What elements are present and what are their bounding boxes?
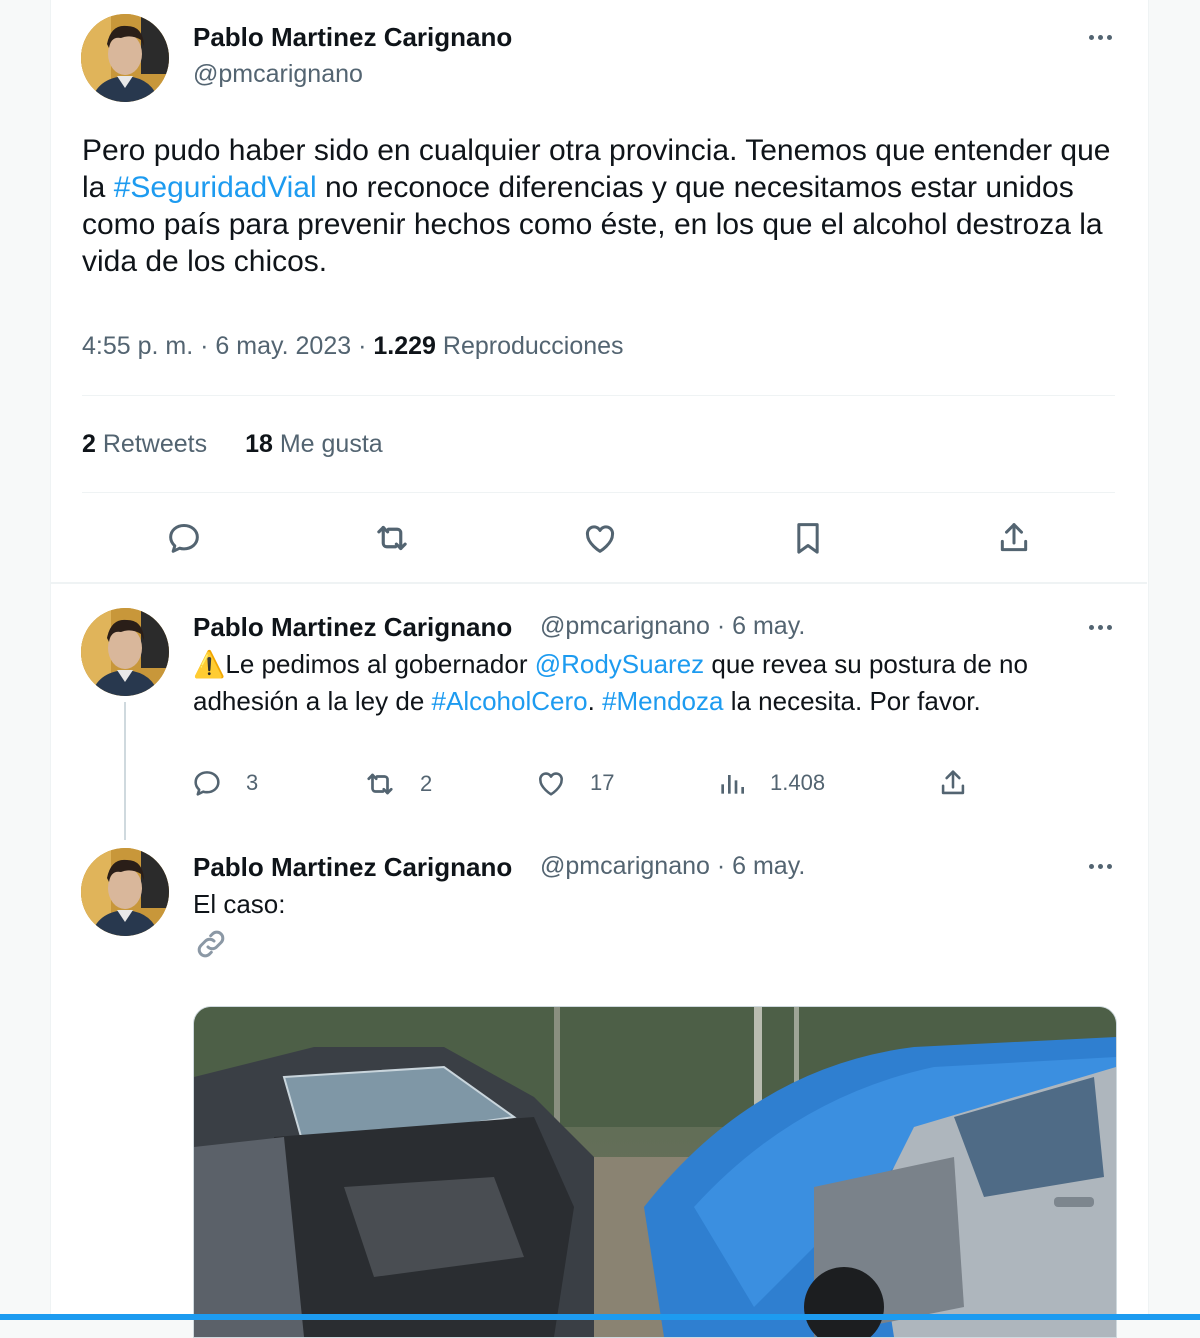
- hashtag-link[interactable]: #AlcoholCero: [432, 686, 588, 716]
- share-icon[interactable]: [992, 516, 1036, 560]
- likes-count: 18: [245, 430, 273, 458]
- like-count: 17: [590, 770, 615, 795]
- tweet-photo[interactable]: [193, 1006, 1117, 1338]
- tweet-time[interactable]: 4:55 p. m.: [82, 332, 193, 360]
- meta-separator: ·: [358, 332, 367, 360]
- reply-icon[interactable]: [162, 516, 206, 560]
- crash-photo: [194, 1007, 1116, 1337]
- author-name[interactable]: Pablo Martinez Carignano: [193, 852, 512, 883]
- views-count: 1.408: [770, 770, 826, 795]
- views-label: Reproducciones: [442, 332, 624, 360]
- reply-text: El caso:: [193, 889, 286, 919]
- retweets-stat[interactable]: 2 Retweets: [82, 430, 207, 458]
- author-name[interactable]: Pablo Martinez Carignano: [193, 612, 512, 643]
- author-handle[interactable]: @pmcarignano: [193, 60, 363, 89]
- tweet-date[interactable]: 6 may. 2023: [215, 332, 351, 360]
- reply-meta[interactable]: @pmcarignano · 6 may.: [540, 612, 805, 641]
- bookmark-icon[interactable]: [786, 516, 830, 560]
- tweet-separator: [50, 582, 1147, 584]
- heart-icon[interactable]: [578, 516, 622, 560]
- hashtag-link[interactable]: #SeguridadVial: [114, 171, 317, 204]
- retweet-action[interactable]: 2: [362, 766, 432, 802]
- reply-action[interactable]: 3: [190, 766, 258, 800]
- tweet-text: Pero pudo haber sido en cualquier otra p…: [82, 132, 1132, 280]
- bottom-accent-bar: [0, 1314, 1200, 1320]
- more-icon[interactable]: [1080, 856, 1120, 876]
- mention-link[interactable]: @RodySuarez: [535, 649, 704, 679]
- avatar[interactable]: [81, 848, 169, 936]
- retweet-icon: [367, 773, 393, 795]
- divider: [82, 492, 1115, 493]
- reply-text-part: Le pedimos al gobernador: [225, 649, 535, 679]
- avatar[interactable]: [81, 14, 169, 102]
- views-icon: [721, 775, 744, 794]
- retweets-count: 2: [82, 430, 96, 458]
- link-icon[interactable]: [193, 926, 229, 962]
- retweets-label: Retweets: [102, 430, 208, 458]
- retweet-icon[interactable]: [370, 516, 414, 560]
- heart-icon: [539, 772, 563, 796]
- reply-text: ⚠️Le pedimos al gobernador @RodySuarez q…: [193, 646, 1113, 720]
- more-icon[interactable]: [1080, 27, 1120, 47]
- share-action[interactable]: [936, 766, 970, 800]
- divider: [82, 395, 1115, 396]
- retweet-count: 2: [420, 771, 433, 796]
- hashtag-link[interactable]: #Mendoza: [602, 686, 723, 716]
- reply-count: 3: [246, 770, 259, 795]
- share-icon: [941, 770, 965, 795]
- likes-label: Me gusta: [279, 430, 383, 458]
- views-count: 1.229: [373, 332, 436, 360]
- warning-emoji: ⚠️: [193, 649, 226, 679]
- reply-icon: [194, 771, 220, 796]
- thread-connector: [124, 702, 126, 840]
- reply-text-part: .: [587, 686, 603, 716]
- meta-separator: ·: [200, 332, 209, 360]
- reply-text-part: la necesita. Por favor.: [723, 686, 981, 716]
- reply-meta[interactable]: @pmcarignano · 6 may.: [540, 852, 805, 881]
- more-icon[interactable]: [1080, 617, 1120, 637]
- tweet-meta: 4:55 p. m. · 6 may. 2023 · 1.229 Reprodu…: [82, 332, 624, 361]
- author-name[interactable]: Pablo Martinez Carignano: [193, 22, 512, 53]
- avatar[interactable]: [81, 608, 169, 696]
- likes-stat[interactable]: 18 Me gusta: [245, 430, 383, 458]
- views-action[interactable]: 1.408: [716, 766, 825, 800]
- like-action[interactable]: 17: [534, 766, 614, 800]
- tweet-stats: 2 Retweets 18 Me gusta: [82, 430, 383, 459]
